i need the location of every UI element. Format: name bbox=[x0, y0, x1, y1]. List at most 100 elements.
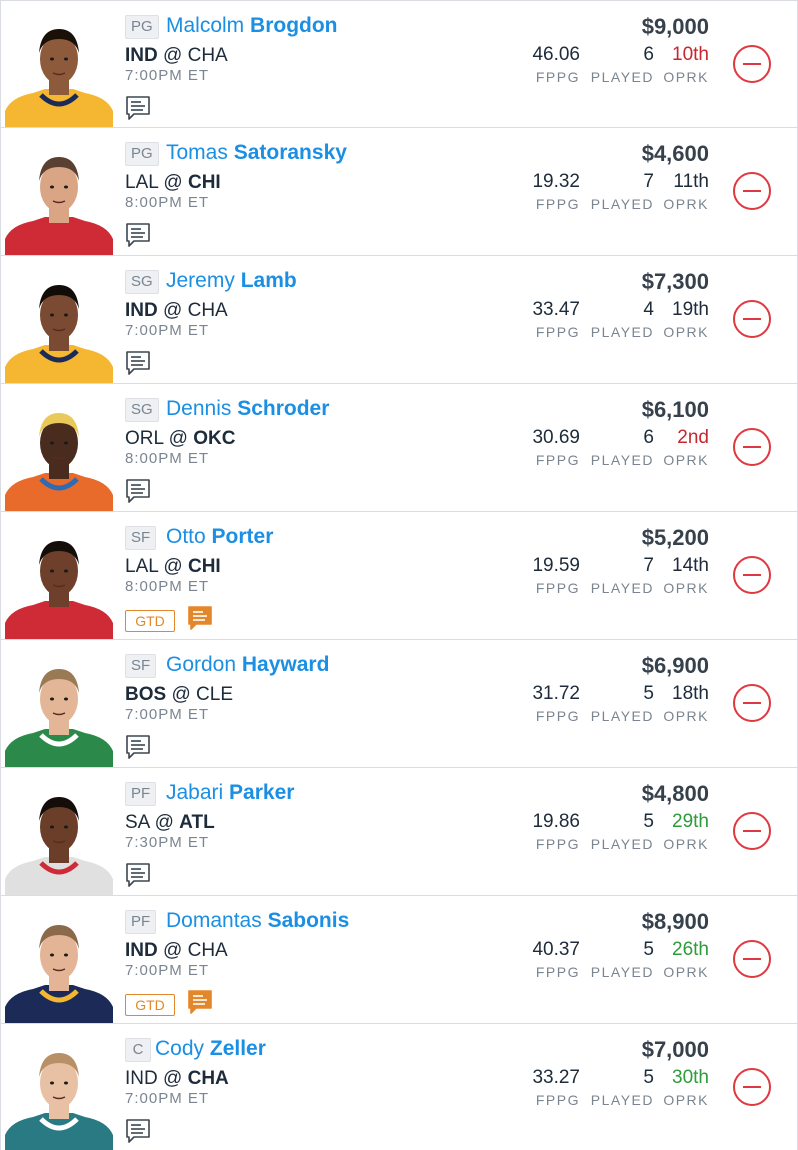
fppg-stat: 30.69 FPPG bbox=[532, 426, 580, 469]
remove-player-icon[interactable] bbox=[733, 428, 771, 466]
remove-player-icon[interactable] bbox=[733, 940, 771, 978]
home-team: ATL bbox=[179, 812, 215, 833]
player-headshot[interactable] bbox=[5, 783, 113, 895]
player-headshot[interactable] bbox=[5, 1039, 113, 1150]
fppg-stat: 40.37 FPPG bbox=[532, 938, 580, 981]
played-label: PLAYED bbox=[590, 964, 654, 980]
home-team: OKC bbox=[193, 428, 236, 449]
played-stat: 5 PLAYED bbox=[591, 938, 654, 981]
notes-icon[interactable] bbox=[125, 862, 151, 888]
away-team: SA bbox=[125, 812, 150, 833]
fppg-value: 46.06 bbox=[532, 44, 580, 65]
notes-icon[interactable] bbox=[125, 478, 151, 504]
played-stat: 5 PLAYED bbox=[591, 1066, 654, 1109]
oprk-label: OPRK bbox=[663, 69, 709, 85]
player-row[interactable]: PG Tomas Satoransky LAL @ CHI 8:00PM ET $4,6… bbox=[1, 128, 797, 256]
remove-player-icon[interactable] bbox=[733, 172, 771, 210]
fppg-stat: 46.06 FPPG bbox=[532, 43, 580, 86]
player-name-link[interactable]: Gordon Hayward bbox=[166, 652, 329, 678]
player-first-name: Domantas bbox=[166, 909, 262, 932]
player-name-link[interactable]: Cody Zeller bbox=[155, 1036, 266, 1062]
player-headshot[interactable] bbox=[5, 271, 113, 383]
player-first-name: Dennis bbox=[166, 397, 232, 420]
player-salary: $9,000 bbox=[641, 14, 709, 39]
played-label: PLAYED bbox=[590, 836, 654, 852]
player-name-link[interactable]: Domantas Sabonis bbox=[166, 908, 349, 934]
home-team: CHA bbox=[187, 300, 228, 321]
player-headshot[interactable] bbox=[5, 527, 113, 639]
player-row[interactable]: PF Domantas Sabonis IND @ CHA 7:00PM ET GTD $… bbox=[1, 896, 797, 1024]
player-name-link[interactable]: Tomas Satoransky bbox=[166, 140, 347, 166]
played-value: 7 bbox=[643, 171, 654, 192]
home-team: CHA bbox=[187, 1068, 229, 1089]
player-headshot[interactable] bbox=[5, 655, 113, 767]
player-headshot[interactable] bbox=[5, 143, 113, 255]
position-badge: SG bbox=[125, 270, 159, 294]
remove-player-icon[interactable] bbox=[733, 45, 771, 83]
played-label: PLAYED bbox=[590, 452, 654, 468]
oprk-label: OPRK bbox=[663, 1092, 709, 1108]
game-matchup: IND @ CHA bbox=[125, 44, 228, 68]
fppg-stat: 33.27 FPPG bbox=[532, 1066, 580, 1109]
player-row[interactable]: SF Otto Porter LAL @ CHI 8:00PM ET GTD $5,200… bbox=[1, 512, 797, 640]
player-name-link[interactable]: Jeremy Lamb bbox=[166, 268, 297, 294]
game-time: 8:00PM ET bbox=[125, 450, 210, 467]
position-badge: SF bbox=[125, 526, 157, 550]
player-salary: $6,100 bbox=[641, 397, 709, 422]
player-name-link[interactable]: Jabari Parker bbox=[166, 780, 294, 806]
oprk-value: 10th bbox=[672, 44, 709, 65]
notes-icon[interactable] bbox=[125, 95, 151, 121]
game-time: 8:00PM ET bbox=[125, 194, 210, 211]
player-name-link[interactable]: Malcolm Brogdon bbox=[166, 13, 338, 39]
player-last-name: Hayward bbox=[241, 653, 330, 676]
player-first-name: Malcolm bbox=[166, 14, 245, 37]
at-separator: @ bbox=[163, 45, 183, 66]
position-badge: PF bbox=[125, 782, 157, 806]
position-badge: PG bbox=[125, 142, 159, 166]
remove-player-icon[interactable] bbox=[733, 812, 771, 850]
fppg-value: 33.27 bbox=[532, 1067, 580, 1088]
at-separator: @ bbox=[154, 812, 174, 833]
player-row[interactable]: SG Jeremy Lamb IND @ CHA 7:00PM ET $7,300 33.… bbox=[1, 256, 797, 384]
player-row[interactable]: PF Jabari Parker SA @ ATL 7:30PM ET $4,800 19… bbox=[1, 768, 797, 896]
player-last-name: Porter bbox=[211, 525, 274, 548]
notes-alert-icon[interactable] bbox=[187, 605, 213, 631]
player-row[interactable]: PG Malcolm Brogdon IND @ CHA 7:00PM ET $9,00… bbox=[1, 0, 797, 128]
remove-player-icon[interactable] bbox=[733, 556, 771, 594]
remove-player-icon[interactable] bbox=[733, 684, 771, 722]
player-last-name: Sabonis bbox=[267, 909, 350, 932]
player-last-name: Brogdon bbox=[250, 14, 338, 37]
home-team: CHA bbox=[187, 45, 228, 66]
player-row[interactable]: SF Gordon Hayward BOS @ CLE 7:00PM ET $6,900… bbox=[1, 640, 797, 768]
player-row[interactable]: SG Dennis Schroder ORL @ OKC 8:00PM ET $6,10… bbox=[1, 384, 797, 512]
played-value: 5 bbox=[643, 1067, 654, 1088]
player-name-link[interactable]: Dennis Schroder bbox=[166, 396, 329, 422]
fppg-value: 19.32 bbox=[532, 171, 580, 192]
player-name-link[interactable]: Otto Porter bbox=[166, 524, 273, 550]
oprk-stat: 10th OPRK bbox=[663, 43, 709, 86]
remove-player-icon[interactable] bbox=[733, 300, 771, 338]
player-row[interactable]: C Cody Zeller IND @ CHA 7:00PM ET $7,000 33.2… bbox=[1, 1024, 797, 1150]
position-badge: C bbox=[125, 1038, 151, 1062]
away-team: IND bbox=[125, 940, 158, 961]
notes-icon[interactable] bbox=[125, 1118, 151, 1144]
oprk-value: 14th bbox=[672, 555, 709, 576]
fppg-label: FPPG bbox=[535, 1092, 580, 1108]
fppg-label: FPPG bbox=[535, 836, 580, 852]
notes-icon[interactable] bbox=[125, 222, 151, 248]
player-headshot[interactable] bbox=[5, 399, 113, 511]
played-label: PLAYED bbox=[590, 580, 654, 596]
remove-player-icon[interactable] bbox=[733, 1068, 771, 1106]
at-separator: @ bbox=[168, 428, 188, 449]
oprk-label: OPRK bbox=[663, 452, 709, 468]
lineup-player-list: PG Malcolm Brogdon IND @ CHA 7:00PM ET $9,00… bbox=[0, 0, 798, 1150]
notes-alert-icon[interactable] bbox=[187, 989, 213, 1015]
position-badge: SG bbox=[125, 398, 159, 422]
player-headshot[interactable] bbox=[5, 15, 113, 127]
notes-icon[interactable] bbox=[125, 350, 151, 376]
notes-icon[interactable] bbox=[125, 734, 151, 760]
player-headshot[interactable] bbox=[5, 911, 113, 1023]
home-team: CHI bbox=[187, 172, 221, 193]
away-team: IND bbox=[125, 1068, 158, 1089]
game-matchup: IND @ CHA bbox=[125, 1067, 229, 1091]
